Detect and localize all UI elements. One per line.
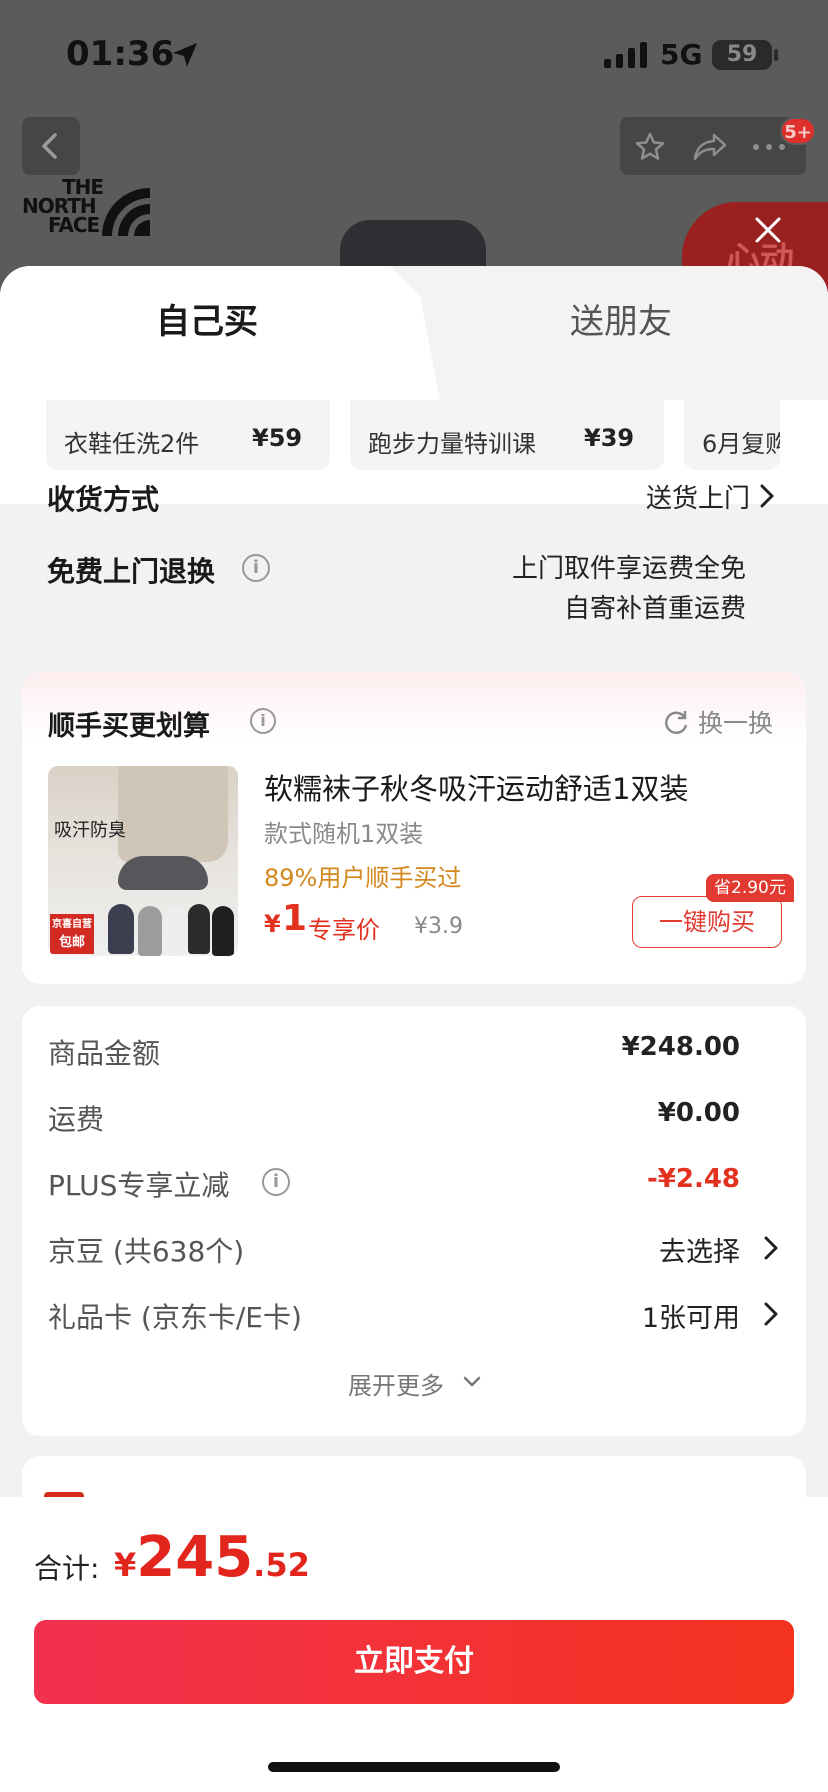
chevron-right-icon[interactable] <box>762 1300 780 1328</box>
price-row-value: ¥0.00 <box>657 1098 740 1128</box>
deal-title: 顺手买更划算 <box>48 711 210 742</box>
tab-buy-self-label[interactable]: 自己买 <box>156 294 258 343</box>
expand-more-button[interactable]: 展开更多 <box>348 1366 444 1401</box>
refresh-label[interactable]: 换一换 <box>698 704 773 740</box>
total-label: 合计: <box>34 1552 100 1585</box>
star-icon[interactable] <box>634 131 666 163</box>
trousers-shape <box>118 766 228 862</box>
sock-shape <box>164 906 186 956</box>
recommend-chip[interactable]: 衣鞋任洗2件 ¥59 <box>46 400 330 470</box>
add-on-deal-card: 顺手买更划算 i 换一换 吸汗防臭 京喜自营 包邮 软糯袜子秋冬吸汗运动舒适1双… <box>22 672 806 984</box>
purchase-mode-tabs: 自己买 送朋友 <box>0 266 828 400</box>
network-type: 5G <box>660 38 703 71</box>
price-row-value[interactable]: 1张可用 <box>642 1296 740 1335</box>
refresh-icon[interactable] <box>662 708 690 736</box>
total-integer: 245 <box>136 1525 254 1590</box>
sock-shape <box>138 906 162 956</box>
total-currency: ¥ <box>114 1546 137 1584</box>
close-icon[interactable] <box>752 214 784 246</box>
status-time: 01:36 <box>66 34 175 74</box>
delivery-method-label: 收货方式 <box>47 483 160 516</box>
chevron-down-icon[interactable] <box>462 1374 482 1390</box>
sock-shape <box>108 904 134 954</box>
chevron-right-icon[interactable] <box>762 1234 780 1262</box>
header-actions <box>620 117 806 175</box>
deal-product-name[interactable]: 软糯袜子秋冬吸汗运动舒适1双装 <box>264 766 688 808</box>
price-row-value: ¥248.00 <box>621 1032 740 1062</box>
cellular-signal-icon <box>604 42 647 68</box>
delivery-method-value[interactable]: 送货上门 <box>646 478 750 515</box>
chip-price: ¥59 <box>252 424 303 452</box>
price-row-label: 运费 <box>48 1103 105 1136</box>
north-face-arc-icon <box>102 188 150 236</box>
deal-product-spec: 款式随机1双装 <box>264 820 424 848</box>
more-dots-icon[interactable] <box>752 143 786 151</box>
cart-count-badge: 5+ <box>780 117 816 145</box>
deal-original-price: ¥3.9 <box>414 914 463 939</box>
price-row-label: 礼品卡 (京东卡/E卡) <box>48 1301 302 1334</box>
return-info-line-1: 上门取件享运费全免 <box>511 554 746 584</box>
total-amount: ¥245.52 <box>114 1525 310 1590</box>
return-info-line-2: 自寄补首重运费 <box>563 594 746 624</box>
recommend-chip[interactable]: 6月复购 <box>684 400 780 470</box>
self-operated-tag: 京喜自营 包邮 <box>50 914 94 954</box>
checkout-bottom-bar: 合计: ¥245.52 立即支付 <box>0 1497 828 1792</box>
chevron-right-icon[interactable] <box>758 482 776 510</box>
price-row-label: PLUS专享立减 <box>48 1169 230 1202</box>
chevron-left-icon <box>42 133 57 159</box>
info-icon[interactable]: i <box>262 1168 290 1196</box>
sock-shape <box>118 856 208 890</box>
tab-gift-friend-label[interactable]: 送朋友 <box>570 294 672 343</box>
status-bar: 01:36 5G 59 <box>0 0 828 110</box>
deal-bought-rate: 89%用户顺手买过 <box>264 864 462 892</box>
recommend-chip[interactable]: 跑步力量特训课 ¥39 <box>350 400 664 470</box>
brand-logo: THE NORTH FACE <box>22 177 104 237</box>
chip-title: 6月复购 <box>702 430 780 458</box>
chip-title: 衣鞋任洗2件 <box>64 430 200 458</box>
info-icon[interactable]: i <box>250 708 276 734</box>
deal-price-tag: 专享价 <box>308 916 380 944</box>
sock-shape <box>212 906 234 956</box>
back-button[interactable] <box>22 117 80 175</box>
product-thumbnail[interactable]: 吸汗防臭 京喜自营 包邮 <box>48 766 238 956</box>
battery-icon: 59 <box>712 40 772 70</box>
free-return-label: 免费上门退换 <box>47 555 216 588</box>
chip-title: 跑步力量特训课 <box>368 430 536 458</box>
total-decimal: .52 <box>253 1546 310 1584</box>
share-icon[interactable] <box>692 131 728 163</box>
deal-price: 1 <box>282 898 308 939</box>
savings-badge: 省2.90元 <box>706 874 794 902</box>
chip-price: ¥39 <box>584 424 635 452</box>
price-row-value[interactable]: 去选择 <box>659 1230 740 1269</box>
tag-line-2: 包邮 <box>58 935 85 950</box>
location-arrow-icon <box>173 43 197 67</box>
price-summary-card: 商品金额 ¥248.00 运费 ¥0.00 PLUS专享立减 i -¥2.48 … <box>22 1006 806 1436</box>
pay-now-button[interactable]: 立即支付 <box>34 1620 794 1704</box>
deal-currency: ¥ <box>264 910 281 938</box>
thumbnail-text: 吸汗防臭 <box>54 820 126 841</box>
tag-line-1: 京喜自营 <box>52 919 92 930</box>
sock-shape <box>188 904 210 954</box>
battery-tip <box>774 49 778 61</box>
logo-line-3: FACE <box>48 213 100 237</box>
info-icon[interactable]: i <box>242 554 270 582</box>
price-row-label: 商品金额 <box>48 1037 161 1070</box>
home-indicator[interactable] <box>268 1762 560 1772</box>
price-row-value: -¥2.48 <box>646 1164 740 1194</box>
one-click-buy-button[interactable]: 一键购买 <box>632 896 782 948</box>
price-row-label: 京豆 (共638个) <box>48 1235 245 1268</box>
